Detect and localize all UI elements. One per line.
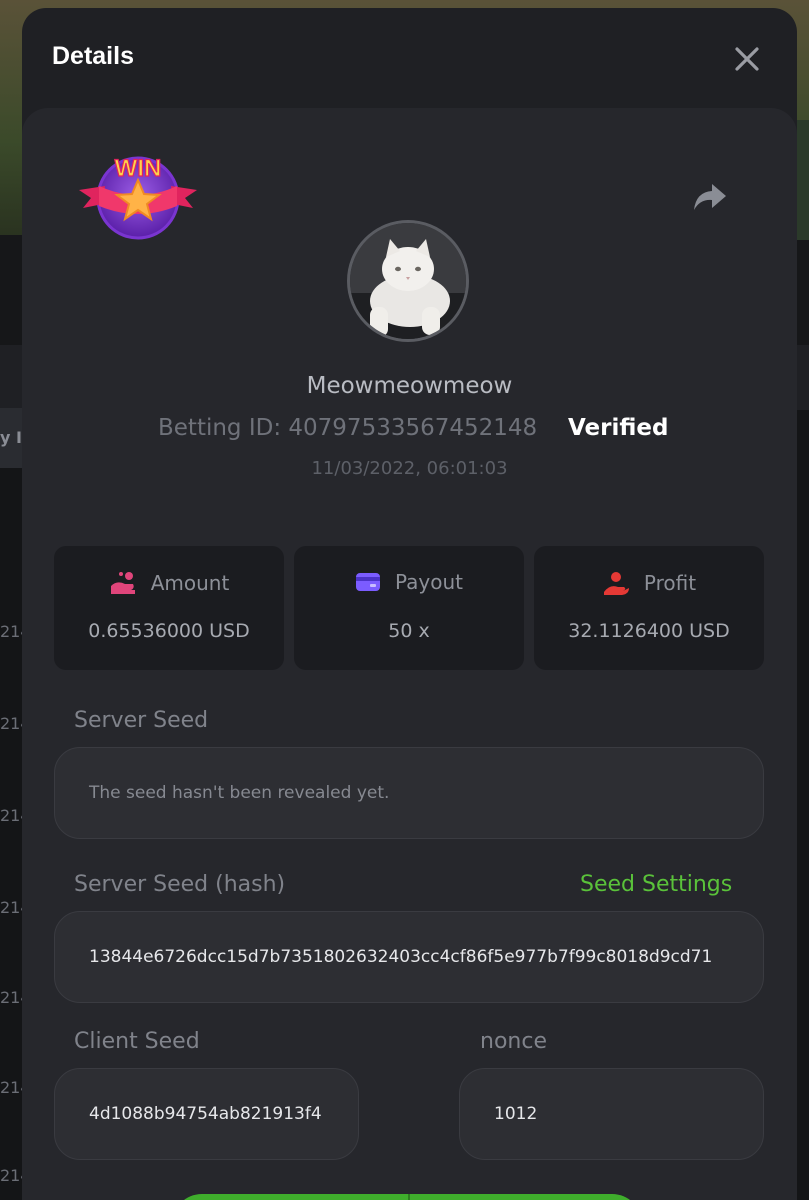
bottom-action-button[interactable] [172,1194,642,1200]
bet-timestamp: 11/03/2022, 06:01:03 [311,458,508,479]
username: Meowmeowmeow [306,373,513,399]
betting-id: Betting ID: 40797533567452148 [158,415,538,441]
stat-amount-value: 0.65536000 USD [88,620,250,642]
stat-payout: Payout 50 x [294,546,524,670]
backdrop-side-strip [795,120,809,240]
stat-amount-label: Amount [150,571,230,595]
hand-coin-icon [603,572,629,595]
wallet-card-icon [355,573,380,591]
nonce-value: 1012 [494,1104,538,1124]
bottom-button-divider [408,1194,410,1200]
seed-settings-link[interactable]: Seed Settings [580,872,732,897]
stat-profit: Profit 32.1126400 USD [534,546,764,670]
server-seed-hash-field[interactable]: 13844e6726dcc15d7b7351802632403cc4cf86f5… [54,911,764,1003]
stat-payout-label: Payout [394,570,463,594]
stat-profit-value: 32.1126400 USD [568,620,730,642]
win-badge: WIN [77,146,199,246]
server-seed-value: The seed hasn't been revealed yet. [89,783,390,803]
backdrop-row-text: y I [0,428,22,447]
server-seed-hash-label: Server Seed (hash) [74,872,286,897]
client-seed-value: 4d1088b94754ab821913f4 [89,1104,322,1124]
share-icon [694,184,726,210]
win-badge-text: WIN [115,155,162,182]
modal-title: Details [52,42,134,70]
server-seed-field[interactable]: The seed hasn't been revealed yet. [54,747,764,839]
coins-hand-icon [110,572,135,594]
server-seed-hash-value: 13844e6726dcc15d7b7351802632403cc4cf86f5… [89,947,713,967]
client-seed-label: Client Seed [74,1029,200,1054]
nonce-label: nonce [480,1029,547,1054]
server-seed-label: Server Seed [74,708,209,733]
nonce-field[interactable]: 1012 [459,1068,764,1160]
client-seed-field[interactable]: 4d1088b94754ab821913f4 [54,1068,359,1160]
share-button[interactable] [690,176,730,216]
stat-amount: Amount 0.65536000 USD [54,546,284,670]
details-modal: Details WIN Meowmeowmeow Betting ID: 407… [22,8,797,1200]
close-button[interactable] [732,44,762,74]
close-icon [735,47,759,71]
verified-badge: Verified [568,415,669,441]
stat-payout-value: 50 x [388,620,430,642]
stat-profit-label: Profit [643,571,697,595]
avatar [347,220,469,342]
bet-details-card: WIN Meowmeowmeow Betting ID: 40797533567… [22,108,797,1200]
